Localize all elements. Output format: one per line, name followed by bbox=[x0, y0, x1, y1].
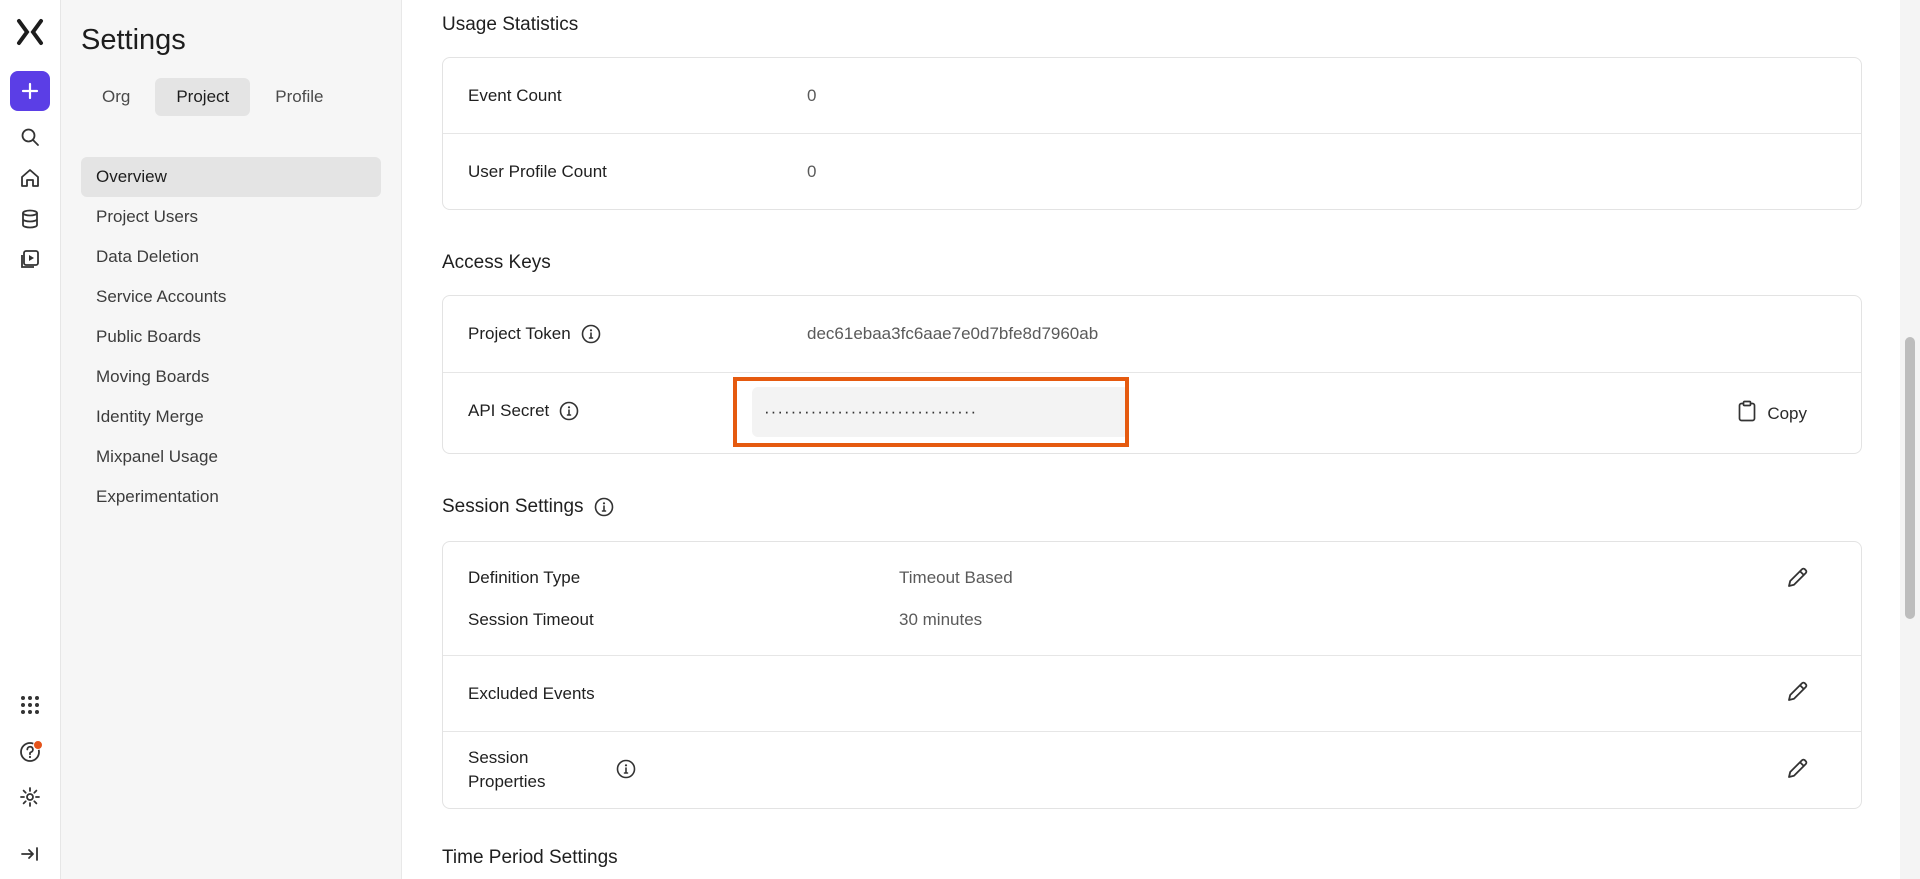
database-icon[interactable] bbox=[14, 203, 46, 235]
icon-rail bbox=[0, 0, 61, 879]
sidebar-item-public-boards[interactable]: Public Boards bbox=[81, 317, 381, 357]
apps-grid-icon[interactable] bbox=[14, 689, 46, 721]
page-title: Settings bbox=[81, 24, 186, 56]
project-token-label: Project Token bbox=[468, 324, 601, 344]
tab-org[interactable]: Org bbox=[81, 78, 151, 116]
table-row: User Profile Count 0 bbox=[443, 134, 1861, 209]
api-secret-label-text: API Secret bbox=[468, 401, 550, 420]
session-settings-card: Definition Type Timeout Based Session Ti… bbox=[442, 541, 1862, 809]
usage-statistics-title: Usage Statistics bbox=[442, 14, 579, 35]
scrollbar[interactable] bbox=[1900, 0, 1920, 879]
settings-nav: Overview Project Users Data Deletion Ser… bbox=[81, 157, 381, 517]
table-row: Excluded Events bbox=[443, 656, 1861, 732]
copy-label: Copy bbox=[1767, 403, 1807, 423]
clipboard-icon bbox=[1737, 400, 1757, 427]
session-settings-heading: Session Settings bbox=[442, 496, 614, 518]
info-icon[interactable] bbox=[559, 401, 579, 421]
edit-pencil-icon[interactable] bbox=[1785, 755, 1811, 781]
settings-sidebar: Settings Org Project Profile Overview Pr… bbox=[61, 0, 402, 879]
usage-statistics-card: Event Count 0 User Profile Count 0 bbox=[442, 57, 1862, 210]
session-properties-label: Session Properties bbox=[468, 748, 546, 791]
tab-project[interactable]: Project bbox=[155, 78, 251, 116]
collapse-icon[interactable] bbox=[14, 838, 46, 870]
api-secret-label: API Secret bbox=[468, 401, 579, 421]
user-profile-count-label: User Profile Count bbox=[468, 162, 607, 181]
sidebar-item-moving-boards[interactable]: Moving Boards bbox=[81, 357, 381, 397]
main-content: Usage Statistics Event Count 0 User Prof… bbox=[402, 0, 1900, 879]
sidebar-item-data-deletion[interactable]: Data Deletion bbox=[81, 237, 381, 277]
info-icon[interactable] bbox=[581, 324, 601, 344]
edit-pencil-icon[interactable] bbox=[1785, 564, 1811, 590]
definition-type-value: Timeout Based bbox=[899, 568, 1013, 587]
sidebar-item-service-accounts[interactable]: Service Accounts bbox=[81, 277, 381, 317]
tab-profile[interactable]: Profile bbox=[254, 78, 344, 116]
sidebar-item-experimentation[interactable]: Experimentation bbox=[81, 477, 381, 517]
copy-button[interactable]: Copy bbox=[1737, 400, 1807, 427]
time-period-title: Time Period Settings bbox=[442, 847, 618, 868]
table-row: Session Properties bbox=[443, 732, 1861, 808]
session-timeout-label: Session Timeout bbox=[468, 610, 594, 629]
replay-icon[interactable] bbox=[14, 243, 46, 275]
table-row: Definition Type Timeout Based Session Ti… bbox=[443, 542, 1861, 656]
session-settings-title: Session Settings bbox=[442, 496, 584, 517]
event-count-label: Event Count bbox=[468, 86, 562, 105]
notification-dot bbox=[33, 740, 43, 750]
access-keys-title: Access Keys bbox=[442, 252, 551, 273]
event-count-value: 0 bbox=[807, 86, 817, 105]
sidebar-item-project-users[interactable]: Project Users bbox=[81, 197, 381, 237]
sidebar-item-identity-merge[interactable]: Identity Merge bbox=[81, 397, 381, 437]
access-keys-heading: Access Keys bbox=[442, 252, 551, 274]
info-icon[interactable] bbox=[594, 497, 614, 517]
mixpanel-logo[interactable] bbox=[14, 16, 46, 48]
search-icon[interactable] bbox=[14, 121, 46, 153]
access-keys-card: Project Token dec61ebaa3fc6aae7e0d7bfe8d… bbox=[442, 295, 1862, 454]
time-period-heading: Time Period Settings bbox=[442, 847, 618, 869]
project-token-value: dec61ebaa3fc6aae7e0d7bfe8d7960ab bbox=[807, 324, 1099, 343]
session-timeout-value: 30 minutes bbox=[899, 610, 983, 629]
help-icon[interactable] bbox=[14, 736, 46, 768]
project-token-label-text: Project Token bbox=[468, 324, 571, 343]
definition-type-label: Definition Type bbox=[468, 568, 581, 587]
user-profile-count-value: 0 bbox=[807, 162, 817, 181]
plus-icon[interactable] bbox=[10, 71, 50, 111]
table-row: API Secret ·····························… bbox=[443, 373, 1861, 453]
table-row: Project Token dec61ebaa3fc6aae7e0d7bfe8d… bbox=[443, 296, 1861, 373]
edit-pencil-icon[interactable] bbox=[1785, 678, 1811, 704]
scrollbar-thumb[interactable] bbox=[1905, 337, 1915, 619]
table-row: Event Count 0 bbox=[443, 58, 1861, 134]
settings-tabs: Org Project Profile bbox=[81, 78, 344, 116]
sidebar-item-overview[interactable]: Overview bbox=[81, 157, 381, 197]
excluded-events-label: Excluded Events bbox=[468, 684, 595, 703]
sidebar-item-mixpanel-usage[interactable]: Mixpanel Usage bbox=[81, 437, 381, 477]
info-icon[interactable] bbox=[616, 759, 636, 779]
usage-statistics-heading: Usage Statistics bbox=[442, 14, 578, 36]
home-icon[interactable] bbox=[14, 162, 46, 194]
gear-icon[interactable] bbox=[14, 781, 46, 813]
highlight-box bbox=[733, 377, 1129, 447]
